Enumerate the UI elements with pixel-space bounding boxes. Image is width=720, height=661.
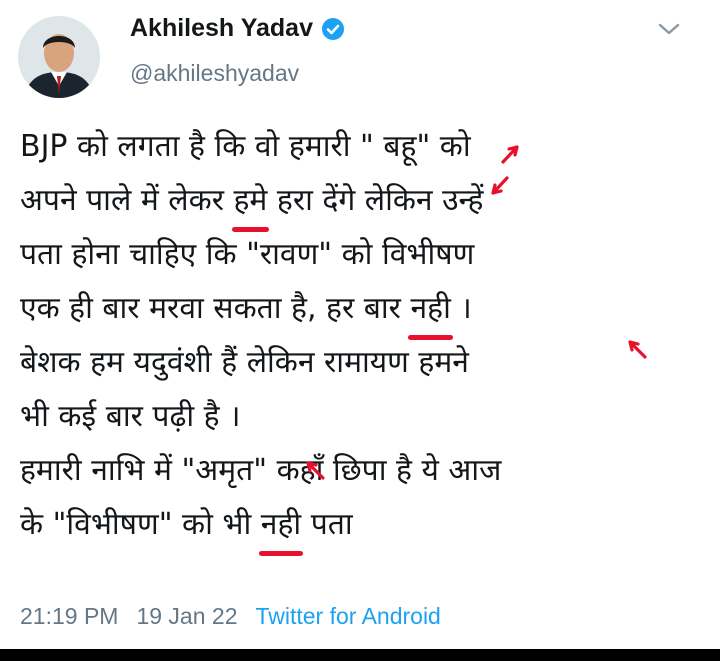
tweet-text-segment: भी कई बार पढ़ी है ।	[20, 399, 241, 434]
tweet-text-segment: ।	[450, 291, 472, 326]
tweet-text-segment: पता होना चाहिए कि "रावण" को विभीषण	[20, 237, 475, 272]
underlined-word: हमे	[231, 174, 270, 232]
tweet-text-segment: हमारी नाभि में "अमृत" कहाँ छिपा है ये आज	[20, 453, 502, 488]
tweet-header: Akhilesh Yadav @akhileshyadav	[0, 0, 720, 110]
verified-badge-icon	[321, 17, 344, 40]
tweet-line: एक ही बार मरवा सकता है, हर बार नही ।	[20, 282, 710, 340]
tweet-text-segment: एक ही बार मरवा सकता है, हर बार	[20, 291, 411, 326]
tweet-text-segment: बहू" को	[373, 129, 471, 164]
avatar[interactable]	[18, 16, 100, 98]
tweet-line: हमारी नाभि में "अमृत" कहाँ छिपा है ये आज	[20, 444, 710, 498]
tweet-meta: 21:19 PM 19 Jan 22 Twitter for Android	[20, 603, 441, 630]
annotation-arrow-icon	[628, 340, 647, 359]
tweet-line: पता होना चाहिए कि "रावण" को विभीषण	[20, 228, 710, 282]
annotation-arrow-icon	[306, 461, 325, 480]
tweet-line: बेशक हम यदुवंशी हैं लेकिन रामायण हमने	[20, 336, 710, 390]
underlined-word: नही	[258, 498, 304, 556]
tweet-text-segment: पता	[301, 507, 353, 542]
annotation-arrow-icon	[501, 145, 519, 164]
tweet-text-segment: हरा देंगे लेकिन उन्हें	[267, 183, 484, 218]
tweet-line: के "विभीषण" को भी नही पता	[20, 498, 710, 556]
tweet-line: अपने पाले में लेकर हमे हरा देंगे लेकिन उ…	[20, 174, 710, 232]
underlined-word: नही	[408, 282, 454, 340]
author-name[interactable]: Akhilesh Yadav	[130, 14, 313, 43]
tweet-time[interactable]: 21:19 PM	[20, 603, 118, 630]
chevron-down-icon[interactable]	[658, 22, 680, 36]
tweet-line: भी कई बार पढ़ी है ।	[20, 390, 710, 444]
tweet-date[interactable]: 19 Jan 22	[136, 603, 237, 630]
tweet-text: BJP को लगता है कि वो हमारी " बहू" को अपने…	[20, 120, 710, 556]
profile-photo	[18, 16, 100, 98]
tweet-text-segment: बेशक हम यदुवंशी हैं लेकिन रामायण हमने	[20, 345, 469, 380]
author-handle[interactable]: @akhileshyadav	[130, 60, 299, 87]
tweet-line: BJP को लगता है कि वो हमारी " बहू" को	[20, 120, 710, 174]
tweet-text-segment: BJP को लगता है कि वो हमारी "	[20, 129, 374, 164]
author-row: Akhilesh Yadav	[130, 14, 345, 43]
screen-bottom-bar	[0, 649, 720, 661]
annotation-arrow-icon	[491, 176, 509, 195]
tweet-text-segment: के "विभीषण" को भी	[20, 507, 261, 542]
tweet-source-link[interactable]: Twitter for Android	[255, 603, 440, 630]
tweet-text-segment: अपने पाले में लेकर	[20, 183, 234, 218]
